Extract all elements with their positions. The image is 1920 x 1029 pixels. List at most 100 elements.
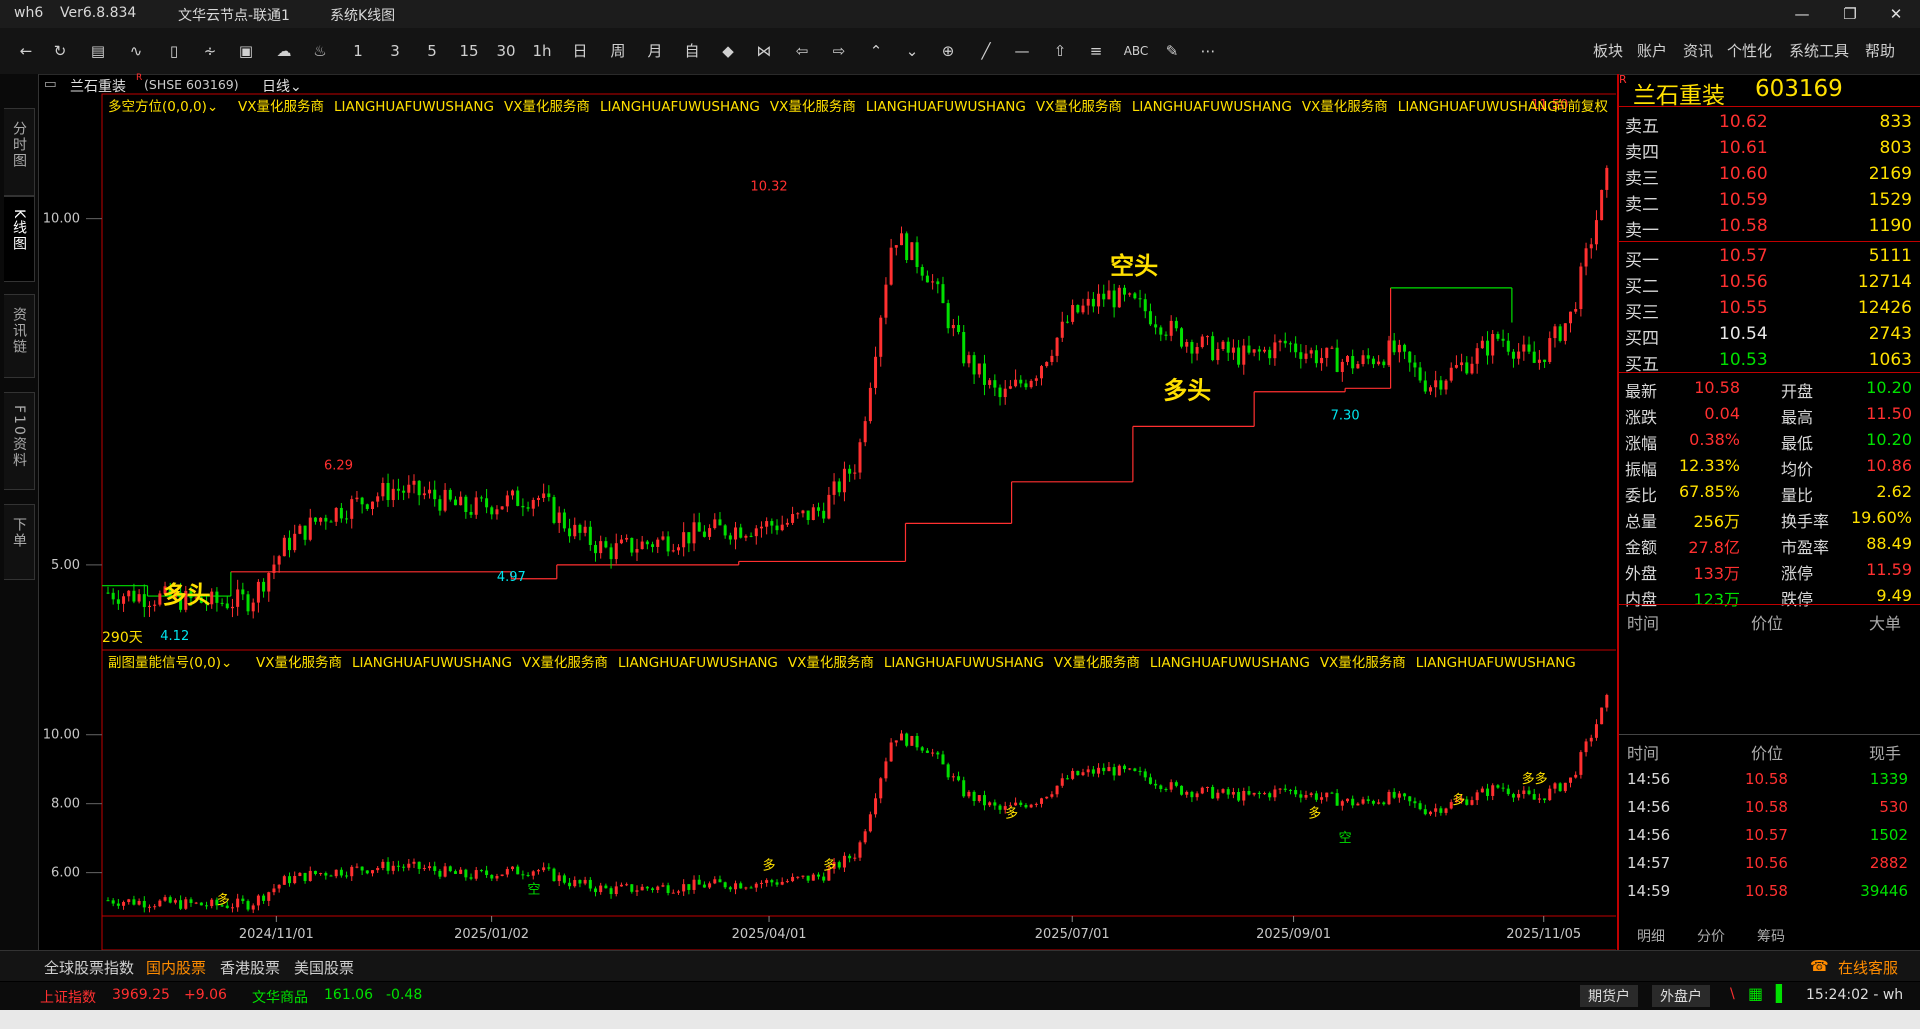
tab-us-stock[interactable]: 美国股票 (294, 957, 354, 978)
candle-body (801, 875, 805, 877)
main-indicator-name[interactable]: 多空方位(0,0,0)⌄ (108, 95, 218, 115)
period-15[interactable]: 15 (455, 40, 483, 62)
adjust-mode[interactable]: 向前复权 (1554, 95, 1608, 115)
period-1[interactable]: 1 (346, 40, 370, 62)
cloud-icon[interactable]: ☁ (272, 40, 296, 62)
tab-price-dist[interactable]: 分价 (1697, 926, 1725, 946)
candle-body (972, 791, 976, 802)
bid-row[interactable]: 买三 10.55 12426 (1619, 296, 1920, 323)
candle-icon[interactable]: ∻ (198, 40, 222, 62)
fib-icon[interactable]: ≡ (1084, 40, 1108, 62)
down-icon[interactable]: ⌄ (900, 40, 924, 62)
period-custom[interactable]: 自 (680, 40, 704, 62)
zoom-in-icon[interactable]: ◆ (716, 40, 740, 62)
bid-row[interactable]: 买五 10.53 1063 (1619, 348, 1920, 375)
bid-row[interactable]: 买一 10.57 5111 (1619, 244, 1920, 271)
home-icon[interactable]: ⇧ (1048, 40, 1072, 62)
tab-chips[interactable]: 筹码 (1757, 926, 1785, 946)
foreign-account-button[interactable]: 外盘户 (1652, 985, 1710, 1007)
bar-chart-icon[interactable]: ▯ (162, 40, 186, 62)
tab-timeshare[interactable]: 分时图 (4, 108, 35, 196)
ask-row[interactable]: 卖五 10.62 833 (1619, 110, 1920, 137)
candle-body (536, 870, 540, 872)
period-day[interactable]: 日 (568, 40, 592, 62)
screen-icon[interactable]: ▣ (234, 40, 258, 62)
back-icon[interactable]: ← (14, 40, 38, 62)
main-y-axis: 10.00 5.00 (43, 212, 102, 573)
minimize-icon[interactable]: — (1782, 2, 1822, 26)
tab-f10[interactable]: F10资料 (4, 392, 35, 490)
eraser-icon[interactable]: ✎ (1160, 40, 1184, 62)
line-chart-icon[interactable]: ∿ (124, 40, 148, 62)
candle-body (443, 489, 447, 511)
x-tick-label: 2025/07/01 (1035, 927, 1110, 942)
futures-account-button[interactable]: 期货户 (1580, 985, 1638, 1007)
indicator-ad-text: VX量化服务商 (521, 655, 608, 671)
period-1h[interactable]: 1h (530, 40, 554, 62)
headset-icon[interactable]: ☎ (1810, 957, 1829, 975)
candle-body (1019, 802, 1023, 805)
candle-body (1045, 361, 1049, 367)
candle-body (666, 885, 670, 893)
index2-name[interactable]: 文华商品 (252, 987, 308, 1007)
calculator-icon[interactable]: ▦ (1748, 984, 1763, 1003)
menu-personalize[interactable]: 个性化 (1727, 40, 1772, 61)
candle-body (391, 865, 395, 871)
tab-kline[interactable]: K线图 (4, 196, 35, 282)
tick-volume: 1339 (1869, 770, 1908, 788)
candle-body (1024, 383, 1028, 388)
ask-row[interactable]: 卖一 10.58 1190 (1619, 214, 1920, 241)
prev-icon[interactable]: ⇦ (790, 40, 814, 62)
tab-global-index[interactable]: 全球股票指数 (44, 957, 134, 978)
window-icon[interactable]: ▭ (44, 76, 57, 92)
menu-help[interactable]: 帮助 (1865, 40, 1895, 61)
candle-body (516, 866, 520, 875)
period-3[interactable]: 3 (383, 40, 407, 62)
period-month[interactable]: 月 (643, 40, 667, 62)
crosshair-icon[interactable]: ⊕ (936, 40, 960, 62)
menu-system-tools[interactable]: 系统工具 (1789, 40, 1849, 61)
tab-order[interactable]: 下单 (4, 504, 35, 580)
tick-row: 14:56 10.58 530 (1619, 796, 1920, 822)
candle-body (1304, 353, 1308, 359)
candle-body (127, 590, 131, 597)
candle-body (313, 870, 317, 874)
menu-news[interactable]: 资讯 (1683, 40, 1713, 61)
menu-account[interactable]: 账户 (1637, 40, 1667, 61)
online-service-link[interactable]: 在线客服 (1838, 957, 1898, 978)
ask-row[interactable]: 卖二 10.59 1529 (1619, 188, 1920, 215)
ask-row[interactable]: 卖四 10.61 803 (1619, 136, 1920, 163)
col-big: 大单 (1869, 614, 1902, 633)
next-icon[interactable]: ⇨ (827, 40, 851, 62)
tab-detail[interactable]: 明细 (1637, 926, 1665, 946)
period-week[interactable]: 周 (606, 40, 630, 62)
pen-icon[interactable]: ╱ (974, 40, 998, 62)
candle-body (308, 517, 312, 540)
bid-row[interactable]: 买二 10.56 12714 (1619, 270, 1920, 297)
zoom-out-icon[interactable]: ⋈ (752, 40, 776, 62)
tab-news-chain[interactable]: 资讯链 (4, 294, 35, 378)
period-30[interactable]: 30 (492, 40, 520, 62)
list-icon[interactable]: ▤ (86, 40, 110, 62)
up-icon[interactable]: ⌃ (864, 40, 888, 62)
tab-domestic-stock[interactable]: 国内股票 (146, 957, 206, 978)
index1-name[interactable]: 上证指数 (40, 987, 96, 1007)
candle-body (858, 842, 862, 858)
candle-body (723, 525, 727, 536)
tab-hk-stock[interactable]: 香港股票 (220, 957, 280, 978)
more-icon[interactable]: ⋯ (1196, 40, 1220, 62)
refresh-icon[interactable]: ↻ (48, 40, 72, 62)
sub-indicator-name[interactable]: 副图量能信号(0,0)⌄ (108, 651, 232, 671)
restore-icon[interactable]: ❐ (1830, 2, 1870, 26)
bid-row[interactable]: 买四 10.54 2743 (1619, 322, 1920, 349)
menu-sector[interactable]: 板块 (1593, 40, 1623, 61)
kline-chart[interactable]: 10.00 5.00 10.00 8.00 6.00 2024/11/01 2025/0… (40, 92, 1616, 950)
period-5[interactable]: 5 (420, 40, 444, 62)
server-node[interactable]: 文华云节点-联通1 (178, 5, 290, 25)
bell-icon[interactable]: ♨ (308, 40, 332, 62)
hline-icon[interactable]: — (1010, 40, 1034, 62)
text-icon[interactable]: ABC (1120, 40, 1152, 62)
close-icon[interactable]: ✕ (1876, 2, 1916, 26)
candle-body (1346, 356, 1350, 362)
ask-row[interactable]: 卖三 10.60 2169 (1619, 162, 1920, 189)
